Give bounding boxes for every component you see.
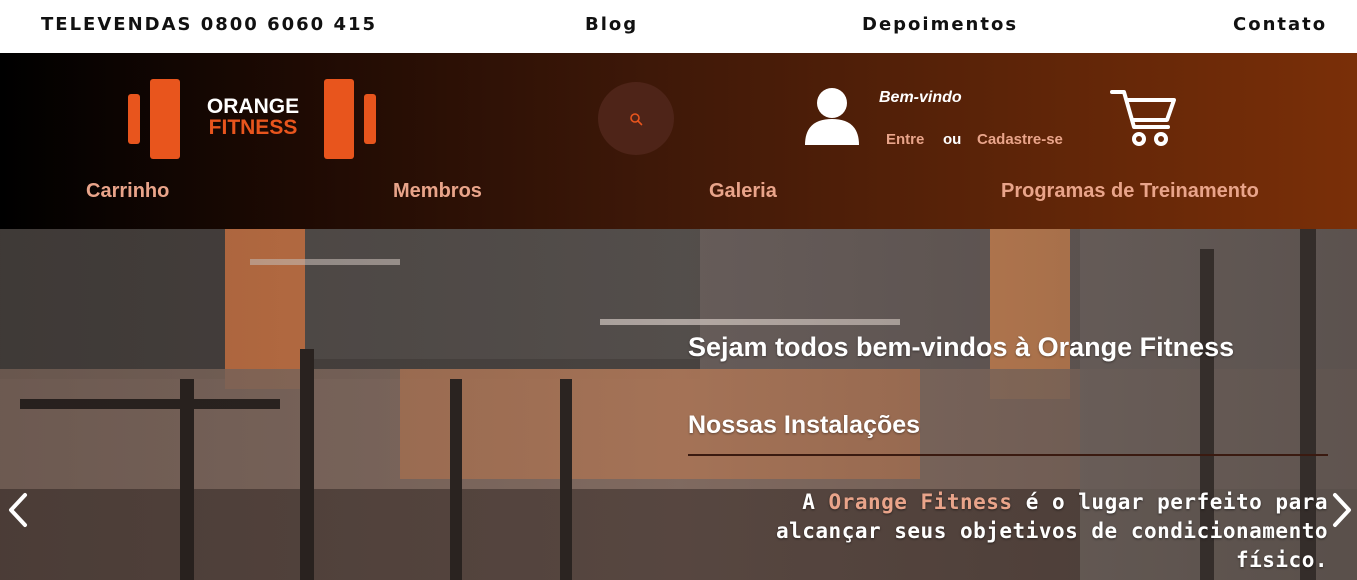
logo[interactable]: ORANGE FITNESS xyxy=(128,79,378,159)
nav-cart[interactable]: Carrinho xyxy=(86,180,169,203)
hero-title: Sejam todos bem-vindos à Orange Fitness xyxy=(688,332,1235,362)
logo-bar-left-outer xyxy=(128,94,140,144)
login-link[interactable]: Entre xyxy=(886,131,924,148)
nav-members[interactable]: Membros xyxy=(393,180,482,203)
chevron-left-icon[interactable] xyxy=(3,491,33,529)
logo-text: ORANGE FITNESS xyxy=(202,96,304,138)
welcome-text: Bem-vindo xyxy=(879,89,962,106)
hero-desc-brand: Orange Fitness xyxy=(828,490,1013,514)
search-button[interactable] xyxy=(598,82,674,155)
hero-description: A Orange Fitness é o lugar perfeito para… xyxy=(700,488,1328,575)
cart-icon[interactable] xyxy=(1110,89,1178,147)
testimonials-link[interactable]: Depoimentos xyxy=(862,14,1018,35)
top-bar: TELEVENDAS 0800 6060 415 Blog Depoimento… xyxy=(0,0,1357,53)
nav-gallery[interactable]: Galeria xyxy=(709,180,777,203)
user-icon xyxy=(805,88,859,145)
contact-link[interactable]: Contato xyxy=(1233,14,1327,35)
chevron-right-icon[interactable] xyxy=(1327,491,1357,529)
blog-link[interactable]: Blog xyxy=(585,14,638,35)
register-link[interactable]: Cadastre-se xyxy=(977,131,1063,148)
logo-bar-right-inner xyxy=(324,79,354,159)
hero-banner: Sejam todos bem-vindos à Orange Fitness … xyxy=(0,229,1357,580)
nav-training-programs[interactable]: Programas de Treinamento xyxy=(1001,180,1259,203)
logo-text-orange: ORANGE xyxy=(206,95,300,118)
hero-subtitle: Nossas Instalações xyxy=(688,411,921,439)
hero-divider xyxy=(688,454,1328,456)
logo-text-fitness: FITNESS xyxy=(208,116,298,139)
logo-bar-right-outer xyxy=(364,94,376,144)
phone-number[interactable]: TELEVENDAS 0800 6060 415 xyxy=(41,14,377,35)
site-header: ORANGE FITNESS Bem-vindo Entre ou Cadast… xyxy=(0,53,1357,229)
search-icon xyxy=(630,112,643,125)
logo-bar-left-inner xyxy=(150,79,180,159)
hero-desc-prefix: A xyxy=(802,490,829,514)
or-text: ou xyxy=(943,131,962,148)
